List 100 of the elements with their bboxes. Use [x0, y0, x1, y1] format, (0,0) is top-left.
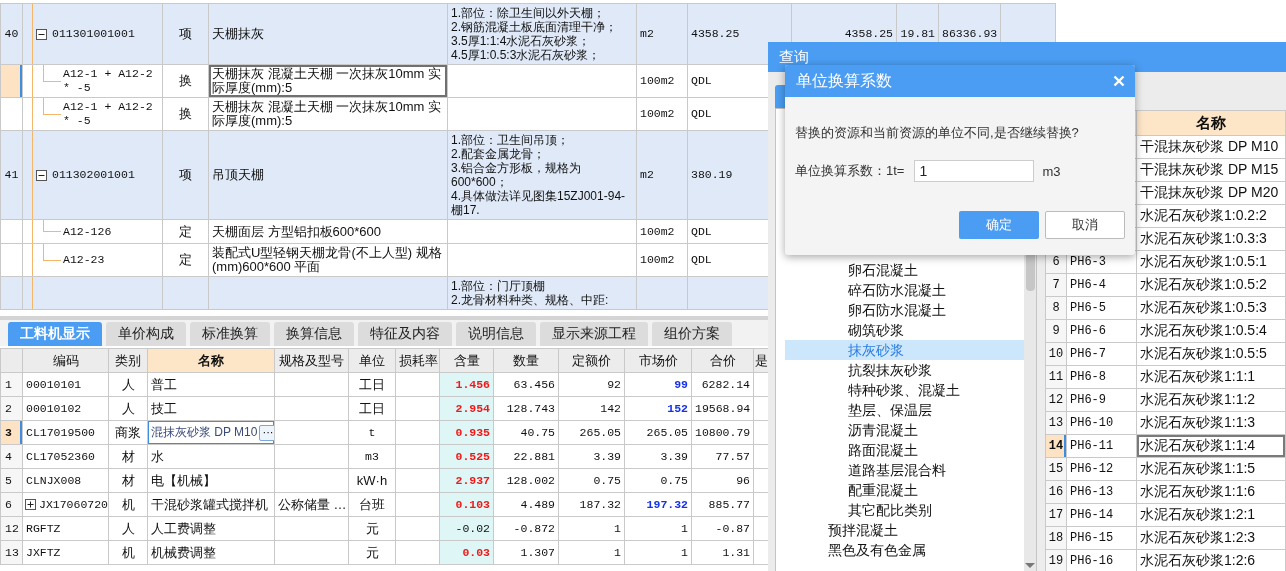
feature-cell: 1.部位：门厅顶棚 2.龙骨材料种类、规格、中距:	[447, 276, 637, 310]
column-header[interactable]: 定额价	[558, 348, 625, 373]
tree-item[interactable]: 黑色及有色金属	[785, 540, 1024, 560]
column-header[interactable]: 单位	[348, 348, 396, 373]
name-cell: 水泥石灰砂浆1:0.5:4	[1136, 319, 1286, 343]
row-header[interactable]: 13	[1045, 411, 1067, 435]
close-icon[interactable]	[1113, 75, 1125, 87]
name-input[interactable]: 混抹灰砂浆 DP M10	[151, 424, 258, 441]
code-cell: PH6-7	[1066, 342, 1137, 366]
name-cell: 机械费调整	[147, 540, 275, 565]
collapse-icon[interactable]	[36, 28, 47, 40]
name-cell: 天棚面层 方型铝扣板600*600	[208, 219, 448, 244]
code-cell: CL17052360	[22, 444, 109, 469]
tree-item[interactable]: 抗裂抹灰砂浆	[785, 360, 1024, 380]
item-code: A12-1 + A12-2 * -5	[63, 100, 154, 128]
collapse-icon[interactable]	[36, 169, 47, 181]
tab[interactable]: 组价方案	[652, 322, 732, 346]
unit-cell: 工日	[348, 396, 396, 421]
row-header[interactable]: 14	[1045, 434, 1067, 458]
expand-icon[interactable]	[25, 499, 36, 510]
name-cell: 水泥石灰砂浆1:2:3	[1136, 526, 1286, 550]
column-header[interactable]: 规格及型号	[274, 348, 349, 373]
row-header[interactable]: 3	[0, 420, 23, 445]
column-header[interactable]: 含量	[439, 348, 494, 373]
row-header[interactable]: 12	[0, 516, 23, 541]
name-cell: 水泥石灰砂浆1:0.3:3	[1136, 227, 1286, 251]
dialog-title: 单位换算系数	[796, 70, 892, 91]
tree-item[interactable]: 沥青混凝土	[785, 420, 1024, 440]
row-header[interactable]: 16	[1045, 480, 1067, 504]
row-header[interactable]: 6	[0, 492, 23, 517]
row-header[interactable]: 12	[1045, 388, 1067, 412]
row-header[interactable]	[0, 64, 23, 98]
type-cell: 人	[108, 516, 148, 541]
name-cell: 水泥石灰砂浆1:1:6	[1136, 480, 1286, 504]
tree-item[interactable]: 其它配比类别	[785, 500, 1024, 520]
tree-item[interactable]: 卵石防水混凝土	[785, 300, 1024, 320]
column-header[interactable]: 名称	[147, 348, 275, 373]
name-cell: 水泥石灰砂浆1:1:5	[1136, 457, 1286, 481]
type-cell: 商浆	[108, 420, 148, 445]
tab[interactable]: 说明信息	[456, 322, 536, 346]
code-cell: 00010102	[22, 396, 109, 421]
row-header[interactable]: 13	[0, 540, 23, 565]
row-header[interactable]: 19	[1045, 549, 1067, 571]
row-header[interactable]: 17	[1045, 503, 1067, 527]
factor-input[interactable]: 1	[914, 160, 1035, 182]
tree-item[interactable]: 特种砂浆、混凝土	[785, 380, 1024, 400]
column-header[interactable]: 类别	[108, 348, 148, 373]
column-header[interactable]: 编码	[22, 348, 109, 373]
tree-item[interactable]: 砌筑砂浆	[785, 320, 1024, 340]
name-cell: 装配式U型轻钢天棚龙骨(不上人型) 规格(mm)600*600 平面	[208, 243, 448, 277]
row-header[interactable]: 4	[0, 444, 23, 469]
column-header[interactable]: 市场价	[624, 348, 692, 373]
code-cell: 00010101	[22, 372, 109, 397]
tab[interactable]: 换算信息	[274, 322, 354, 346]
row-header[interactable]: 1	[0, 372, 23, 397]
unit-cell: 100m2	[636, 219, 688, 244]
type-cell: 项	[162, 3, 209, 65]
tree-item[interactable]: 预拌混凝土	[785, 520, 1024, 540]
item-code: A12-23	[63, 253, 105, 267]
row-header[interactable]: 7	[1045, 273, 1067, 297]
cancel-button[interactable]: 取消	[1045, 211, 1125, 239]
spec-cell: 公称储量 …	[274, 492, 349, 517]
code-cell: PH6-9	[1066, 388, 1137, 412]
name-cell: 水泥石灰砂浆1:1:2	[1136, 388, 1286, 412]
tab[interactable]: 显示来源工程	[540, 322, 648, 346]
quantity-cell: 4.489	[493, 492, 559, 517]
type-cell: 人	[108, 396, 148, 421]
column-header[interactable]: 数量	[493, 348, 559, 373]
row-header[interactable]: 10	[1045, 342, 1067, 366]
column-header[interactable]: 名称	[1136, 110, 1286, 136]
tree-item[interactable]: 路面混凝土	[785, 440, 1024, 460]
row-header[interactable]: 5	[0, 468, 23, 493]
total-cell: 19568.94	[691, 396, 754, 421]
row-header[interactable]: 15	[1045, 457, 1067, 481]
name-cell: 天棚抹灰	[208, 3, 448, 65]
column-header[interactable]: 合价	[691, 348, 754, 373]
column-header[interactable]: 损耗率	[395, 348, 440, 373]
total-cell: 1.31	[691, 540, 754, 565]
unit-label: m3	[1042, 163, 1061, 179]
tree-item[interactable]: 配重混凝土	[785, 480, 1024, 500]
unit-cell: 元	[348, 516, 396, 541]
tab[interactable]: 单价构成	[106, 322, 186, 346]
tab[interactable]: 特征及内容	[358, 322, 452, 346]
tree-item[interactable]: 垫层、保温层	[785, 400, 1024, 420]
base-price-cell: 187.32	[558, 492, 625, 517]
base-price-cell: 142	[558, 396, 625, 421]
row-header[interactable]: 8	[1045, 296, 1067, 320]
row-header[interactable]: 18	[1045, 526, 1067, 550]
row-header[interactable]: 9	[1045, 319, 1067, 343]
row-header[interactable]: 40	[0, 3, 23, 65]
tree-item[interactable]: 碎石防水混凝土	[785, 280, 1024, 300]
code-cell: PH6-4	[1066, 273, 1137, 297]
row-header[interactable]: 41	[0, 130, 23, 220]
unit-cell: m3	[348, 444, 396, 469]
row-header[interactable]: 2	[0, 396, 23, 421]
ellipsis-button[interactable]: ···	[259, 424, 274, 441]
code-cell: PH6-8	[1066, 365, 1137, 389]
row-header[interactable]: 11	[1045, 365, 1067, 389]
tab[interactable]: 标准换算	[190, 322, 270, 346]
tree-item[interactable]: 道路基层混合料	[785, 460, 1024, 480]
